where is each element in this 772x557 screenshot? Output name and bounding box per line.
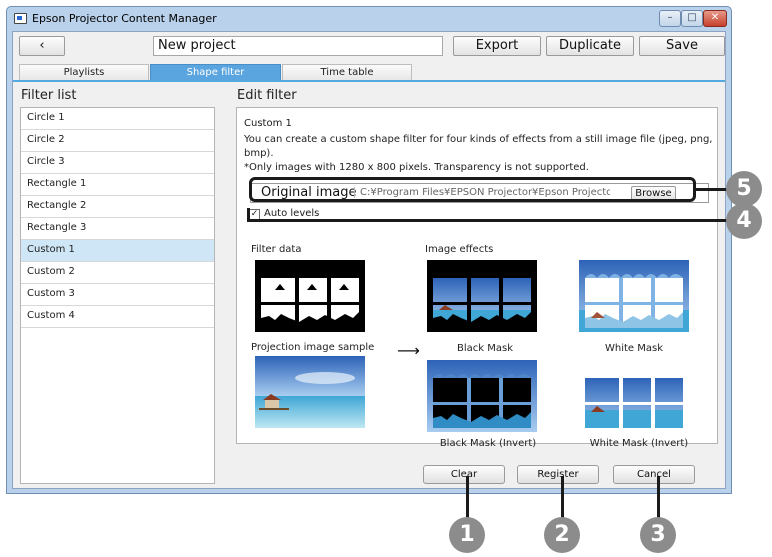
callout-badge-3: 3 — [640, 517, 676, 553]
callout-leader-3 — [657, 476, 660, 520]
projector-app-icon — [14, 13, 27, 24]
window-title: Epson Projector Content Manager — [32, 12, 217, 25]
filter-item-circle-3[interactable]: Circle 3 — [21, 152, 214, 174]
callout-badge-1: 1 — [449, 517, 485, 553]
white-mask-invert-thumbnail[interactable] — [579, 360, 689, 432]
clear-button[interactable]: Clear — [423, 465, 505, 484]
callout-leader-4-h — [247, 219, 737, 222]
callout-leader-1 — [466, 476, 469, 520]
export-button[interactable]: Export — [453, 36, 541, 56]
callout-badge-5: 5 — [726, 171, 762, 207]
filter-item-circle-1[interactable]: Circle 1 — [21, 108, 214, 130]
app-window: Epson Projector Content Manager – □ ✕ ‹ … — [6, 6, 732, 494]
white-mask-label: White Mask — [604, 343, 663, 354]
description-line-1: You can create a custom shape filter for… — [244, 134, 713, 159]
auto-levels-label: Auto levels — [264, 208, 320, 219]
cancel-button[interactable]: Cancel — [613, 465, 695, 484]
filter-list: Circle 1 Circle 2 Circle 3 Rectangle 1 R… — [20, 107, 215, 484]
arrow-right-icon: ⟶ — [397, 341, 420, 360]
filter-description: You can create a custom shape filter for… — [244, 133, 714, 175]
projection-sample-label: Projection image sample — [251, 342, 375, 353]
project-name-field[interactable]: New project — [153, 36, 443, 56]
tab-time-table[interactable]: Time table — [282, 64, 412, 80]
black-mask-thumbnail[interactable] — [427, 260, 537, 332]
filter-data-label: Filter data — [251, 244, 302, 255]
back-button[interactable]: ‹ — [19, 36, 65, 56]
original-image-callout-frame — [249, 177, 696, 202]
filter-item-custom-3[interactable]: Custom 3 — [21, 284, 214, 306]
minimize-button[interactable]: – — [659, 10, 681, 27]
filter-item-rectangle-1[interactable]: Rectangle 1 — [21, 174, 214, 196]
callout-badge-4: 4 — [726, 203, 762, 239]
chevron-left-icon: ‹ — [39, 38, 45, 53]
description-line-2: *Only images with 1280 x 800 pixels. Tra… — [244, 162, 589, 173]
save-button[interactable]: Save — [639, 36, 725, 56]
edit-filter-heading: Edit filter — [237, 88, 297, 103]
filter-item-custom-4[interactable]: Custom 4 — [21, 306, 214, 328]
callout-badge-2: 2 — [544, 517, 580, 553]
filter-name-label: Custom 1 — [244, 118, 292, 129]
filter-list-heading: Filter list — [21, 88, 77, 103]
filter-item-rectangle-2[interactable]: Rectangle 2 — [21, 196, 214, 218]
filter-item-custom-2[interactable]: Custom 2 — [21, 262, 214, 284]
register-button[interactable]: Register — [517, 465, 599, 484]
tab-shape-filter[interactable]: Shape filter — [150, 64, 281, 80]
projection-sample-thumbnail — [255, 356, 365, 428]
black-mask-label: Black Mask — [457, 343, 513, 354]
tab-playlists[interactable]: Playlists — [19, 64, 149, 80]
tab-bar: Playlists Shape filter Time table — [13, 62, 725, 82]
white-mask-invert-label: White Mask (Invert) — [589, 438, 689, 449]
maximize-button[interactable]: □ — [681, 10, 703, 27]
edit-filter-panel: Custom 1 You can create a custom shape f… — [236, 107, 718, 449]
close-button[interactable]: ✕ — [703, 10, 727, 27]
image-effects-label: Image effects — [425, 244, 494, 255]
filter-item-custom-1[interactable]: Custom 1 — [21, 240, 214, 262]
filter-item-circle-2[interactable]: Circle 2 — [21, 130, 214, 152]
white-mask-thumbnail[interactable] — [579, 260, 689, 332]
filter-data-thumbnail — [255, 260, 365, 332]
duplicate-button[interactable]: Duplicate — [546, 36, 634, 56]
window-content: ‹ New project Export Duplicate Save Play… — [12, 31, 726, 489]
title-bar: Epson Projector Content Manager – □ ✕ — [7, 7, 731, 31]
black-mask-invert-label: Black Mask (Invert) — [439, 438, 537, 449]
callout-leader-2 — [561, 476, 564, 520]
filter-item-rectangle-3[interactable]: Rectangle 3 — [21, 218, 214, 240]
black-mask-invert-thumbnail[interactable] — [427, 360, 537, 432]
